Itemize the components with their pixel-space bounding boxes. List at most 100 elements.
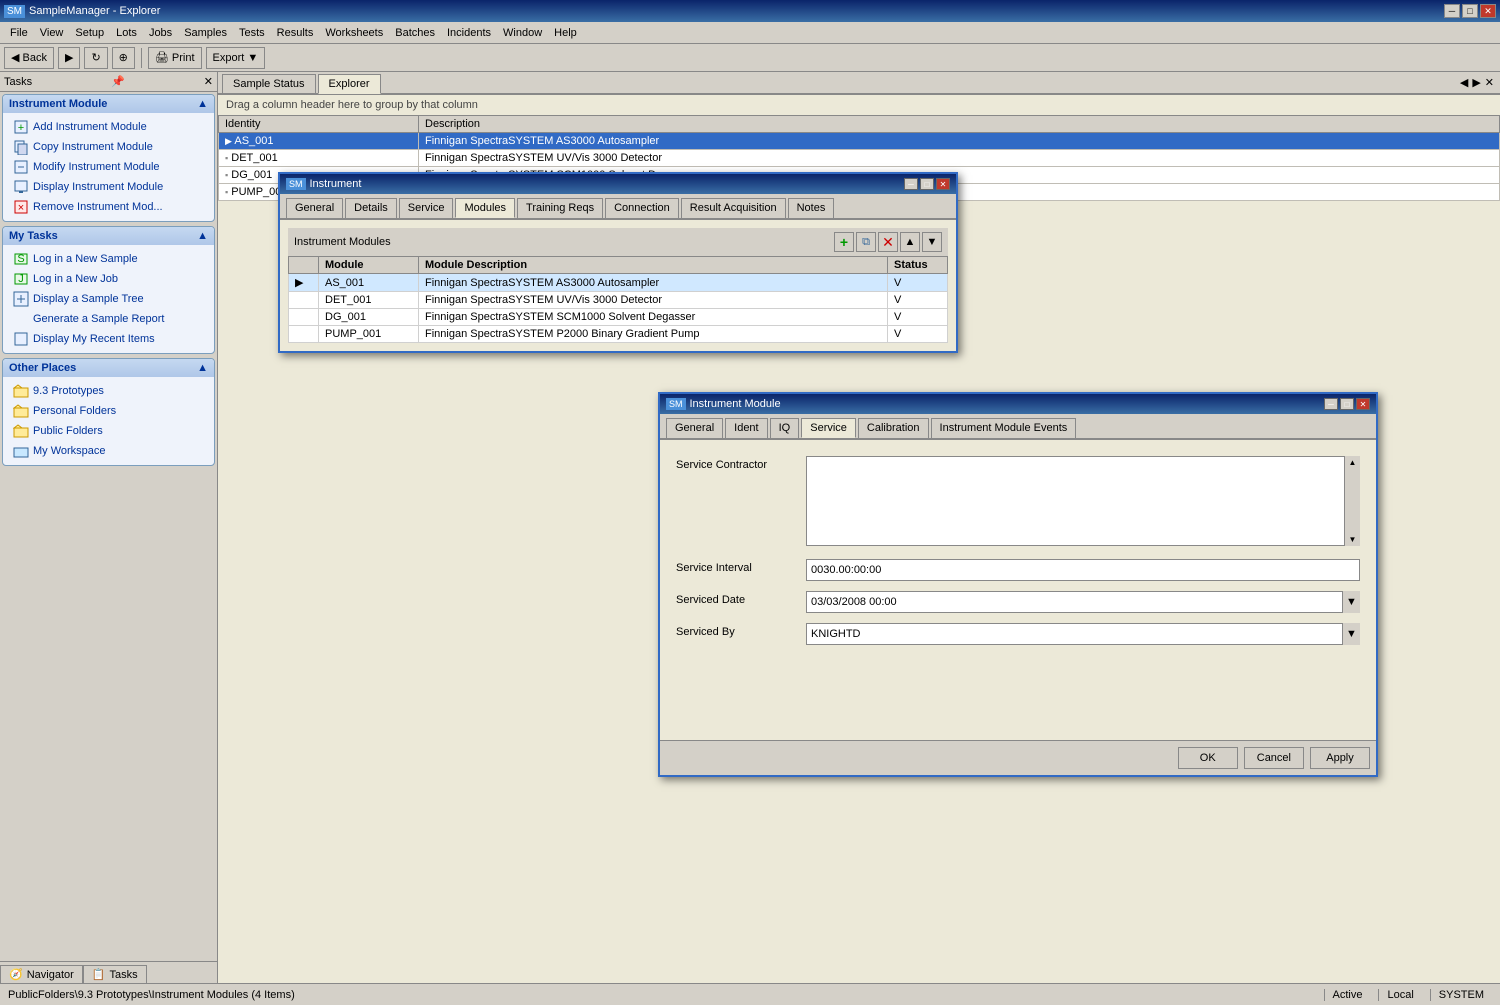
table-row[interactable]: ▪ DET_001 Finnigan SpectraSYSTEM UV/Vis … bbox=[219, 150, 1500, 167]
tab-close-icon[interactable]: ✕ bbox=[1485, 76, 1494, 91]
back-button[interactable]: ◀ Back bbox=[4, 47, 54, 69]
table-row[interactable]: DG_001 Finnigan SpectraSYSTEM SCM1000 So… bbox=[289, 309, 948, 326]
im-tab-events[interactable]: Instrument Module Events bbox=[931, 418, 1077, 438]
tasks-close-icon[interactable]: ✕ bbox=[204, 75, 213, 88]
task-modify-instrument[interactable]: Modify Instrument Module bbox=[9, 157, 208, 177]
serviced-date-input[interactable] bbox=[806, 591, 1360, 613]
task-display-recent[interactable]: Display My Recent Items bbox=[9, 329, 208, 349]
serviced-by-input[interactable] bbox=[806, 623, 1360, 645]
col-identity[interactable]: Identity bbox=[219, 116, 419, 133]
modules-col-module[interactable] bbox=[289, 257, 319, 274]
menu-batches[interactable]: Batches bbox=[389, 25, 441, 41]
table-row[interactable]: PUMP_001 Finnigan SpectraSYSTEM P2000 Bi… bbox=[289, 326, 948, 343]
task-remove-instrument[interactable]: × Remove Instrument Mod... bbox=[9, 197, 208, 217]
ok-button[interactable]: OK bbox=[1178, 747, 1238, 769]
menu-tests[interactable]: Tests bbox=[233, 25, 271, 41]
im-tab-general[interactable]: General bbox=[666, 418, 723, 438]
instrument-tab-service[interactable]: Service bbox=[399, 198, 454, 218]
print-button[interactable]: 🖨 Print bbox=[148, 47, 202, 69]
modules-copy-btn[interactable]: ⧉ bbox=[856, 232, 876, 252]
section-other-places-collapse[interactable]: ▲ bbox=[197, 362, 208, 374]
apply-button[interactable]: Apply bbox=[1310, 747, 1370, 769]
task-public-folders[interactable]: Public Folders bbox=[9, 421, 208, 441]
menu-samples[interactable]: Samples bbox=[178, 25, 233, 41]
task-copy-instrument[interactable]: Copy Instrument Module bbox=[9, 137, 208, 157]
section-instrument-module-collapse[interactable]: ▲ bbox=[197, 98, 208, 110]
instrument-tab-general[interactable]: General bbox=[286, 198, 343, 218]
tab-navigator[interactable]: 🧭 Navigator bbox=[0, 965, 83, 983]
tab-prev-icon[interactable]: ◀ bbox=[1460, 76, 1468, 91]
maximize-button[interactable]: □ bbox=[1462, 4, 1478, 18]
instrument-module-dialog-close[interactable]: ✕ bbox=[1356, 398, 1370, 410]
cancel-button[interactable]: Cancel bbox=[1244, 747, 1304, 769]
im-tab-service[interactable]: Service bbox=[801, 418, 856, 438]
task-log-sample[interactable]: S Log in a New Sample bbox=[9, 249, 208, 269]
section-other-places-header[interactable]: Other Places ▲ bbox=[3, 359, 214, 377]
modules-col-description[interactable]: Module Description bbox=[419, 257, 888, 274]
tab-explorer[interactable]: Explorer bbox=[318, 74, 381, 94]
modules-delete-btn[interactable]: ✕ bbox=[878, 232, 898, 252]
instrument-tab-connection[interactable]: Connection bbox=[605, 198, 679, 218]
table-row[interactable]: DET_001 Finnigan SpectraSYSTEM UV/Vis 30… bbox=[289, 292, 948, 309]
task-prototypes[interactable]: 9.3 Prototypes bbox=[9, 381, 208, 401]
navigator-label: Navigator bbox=[27, 969, 74, 981]
scrollbar-up-icon[interactable]: ▲ bbox=[1349, 458, 1357, 467]
instrument-tab-details[interactable]: Details bbox=[345, 198, 397, 218]
content-area: Sample Status Explorer ◀ ▶ ✕ Drag a colu… bbox=[218, 72, 1500, 983]
scrollbar-down-icon[interactable]: ▼ bbox=[1349, 535, 1357, 544]
section-my-tasks-header[interactable]: My Tasks ▲ bbox=[3, 227, 214, 245]
menu-worksheets[interactable]: Worksheets bbox=[319, 25, 389, 41]
menu-file[interactable]: File bbox=[4, 25, 34, 41]
service-interval-input[interactable] bbox=[806, 559, 1360, 581]
instrument-dialog-maximize[interactable]: □ bbox=[920, 178, 934, 190]
instrument-module-dialog-maximize[interactable]: □ bbox=[1340, 398, 1354, 410]
forward-button[interactable]: ▶ bbox=[58, 47, 80, 69]
instrument-tab-training[interactable]: Training Reqs bbox=[517, 198, 603, 218]
table-row[interactable]: ▶ AS_001 Finnigan SpectraSYSTEM AS3000 A… bbox=[289, 274, 948, 292]
tab-next-icon[interactable]: ▶ bbox=[1472, 76, 1480, 91]
menu-lots[interactable]: Lots bbox=[110, 25, 143, 41]
task-display-instrument[interactable]: Display Instrument Module bbox=[9, 177, 208, 197]
menu-setup[interactable]: Setup bbox=[69, 25, 110, 41]
menu-jobs[interactable]: Jobs bbox=[143, 25, 178, 41]
task-add-instrument[interactable]: + Add Instrument Module bbox=[9, 117, 208, 137]
recent-items-icon bbox=[13, 331, 29, 347]
tab-sample-status[interactable]: Sample Status bbox=[222, 74, 316, 93]
task-display-sample-tree[interactable]: Display a Sample Tree bbox=[9, 289, 208, 309]
instrument-dialog-close[interactable]: ✕ bbox=[936, 178, 950, 190]
im-tab-calibration[interactable]: Calibration bbox=[858, 418, 929, 438]
instrument-tab-modules[interactable]: Modules bbox=[455, 198, 515, 218]
instrument-dialog-minimize[interactable]: ─ bbox=[904, 178, 918, 190]
section-my-tasks-collapse[interactable]: ▲ bbox=[197, 230, 208, 242]
menu-incidents[interactable]: Incidents bbox=[441, 25, 497, 41]
task-generate-report[interactable]: Generate a Sample Report bbox=[9, 309, 208, 329]
modules-down-btn[interactable]: ▼ bbox=[922, 232, 942, 252]
task-log-job[interactable]: J Log in a New Job bbox=[9, 269, 208, 289]
export-button[interactable]: Export ▼ bbox=[206, 47, 266, 69]
tasks-pin-icon[interactable]: 📌 bbox=[111, 75, 125, 88]
menu-results[interactable]: Results bbox=[271, 25, 320, 41]
close-button[interactable]: ✕ bbox=[1480, 4, 1496, 18]
menu-help[interactable]: Help bbox=[548, 25, 583, 41]
instrument-module-dialog-minimize[interactable]: ─ bbox=[1324, 398, 1338, 410]
modules-add-btn[interactable]: + bbox=[834, 232, 854, 252]
im-tab-ident[interactable]: Ident bbox=[725, 418, 767, 438]
im-tab-iq[interactable]: IQ bbox=[770, 418, 800, 438]
refresh-button[interactable]: ↻ bbox=[84, 47, 107, 69]
section-instrument-module-header[interactable]: Instrument Module ▲ bbox=[3, 95, 214, 113]
menu-window[interactable]: Window bbox=[497, 25, 548, 41]
instrument-tab-result[interactable]: Result Acquisition bbox=[681, 198, 786, 218]
modules-col-status[interactable]: Status bbox=[888, 257, 948, 274]
minimize-button[interactable]: ─ bbox=[1444, 4, 1460, 18]
modules-col-module-id[interactable]: Module bbox=[319, 257, 419, 274]
service-contractor-input[interactable] bbox=[806, 456, 1360, 546]
task-my-workspace[interactable]: My Workspace bbox=[9, 441, 208, 461]
modules-up-btn[interactable]: ▲ bbox=[900, 232, 920, 252]
tab-tasks[interactable]: 📋 Tasks bbox=[83, 965, 147, 983]
menu-view[interactable]: View bbox=[34, 25, 70, 41]
table-row[interactable]: ▶ AS_001 Finnigan SpectraSYSTEM AS3000 A… bbox=[219, 133, 1500, 150]
task-personal-folders[interactable]: Personal Folders bbox=[9, 401, 208, 421]
nav-button[interactable]: ⊕ bbox=[112, 47, 135, 69]
col-description[interactable]: Description bbox=[419, 116, 1500, 133]
instrument-tab-notes[interactable]: Notes bbox=[788, 198, 835, 218]
